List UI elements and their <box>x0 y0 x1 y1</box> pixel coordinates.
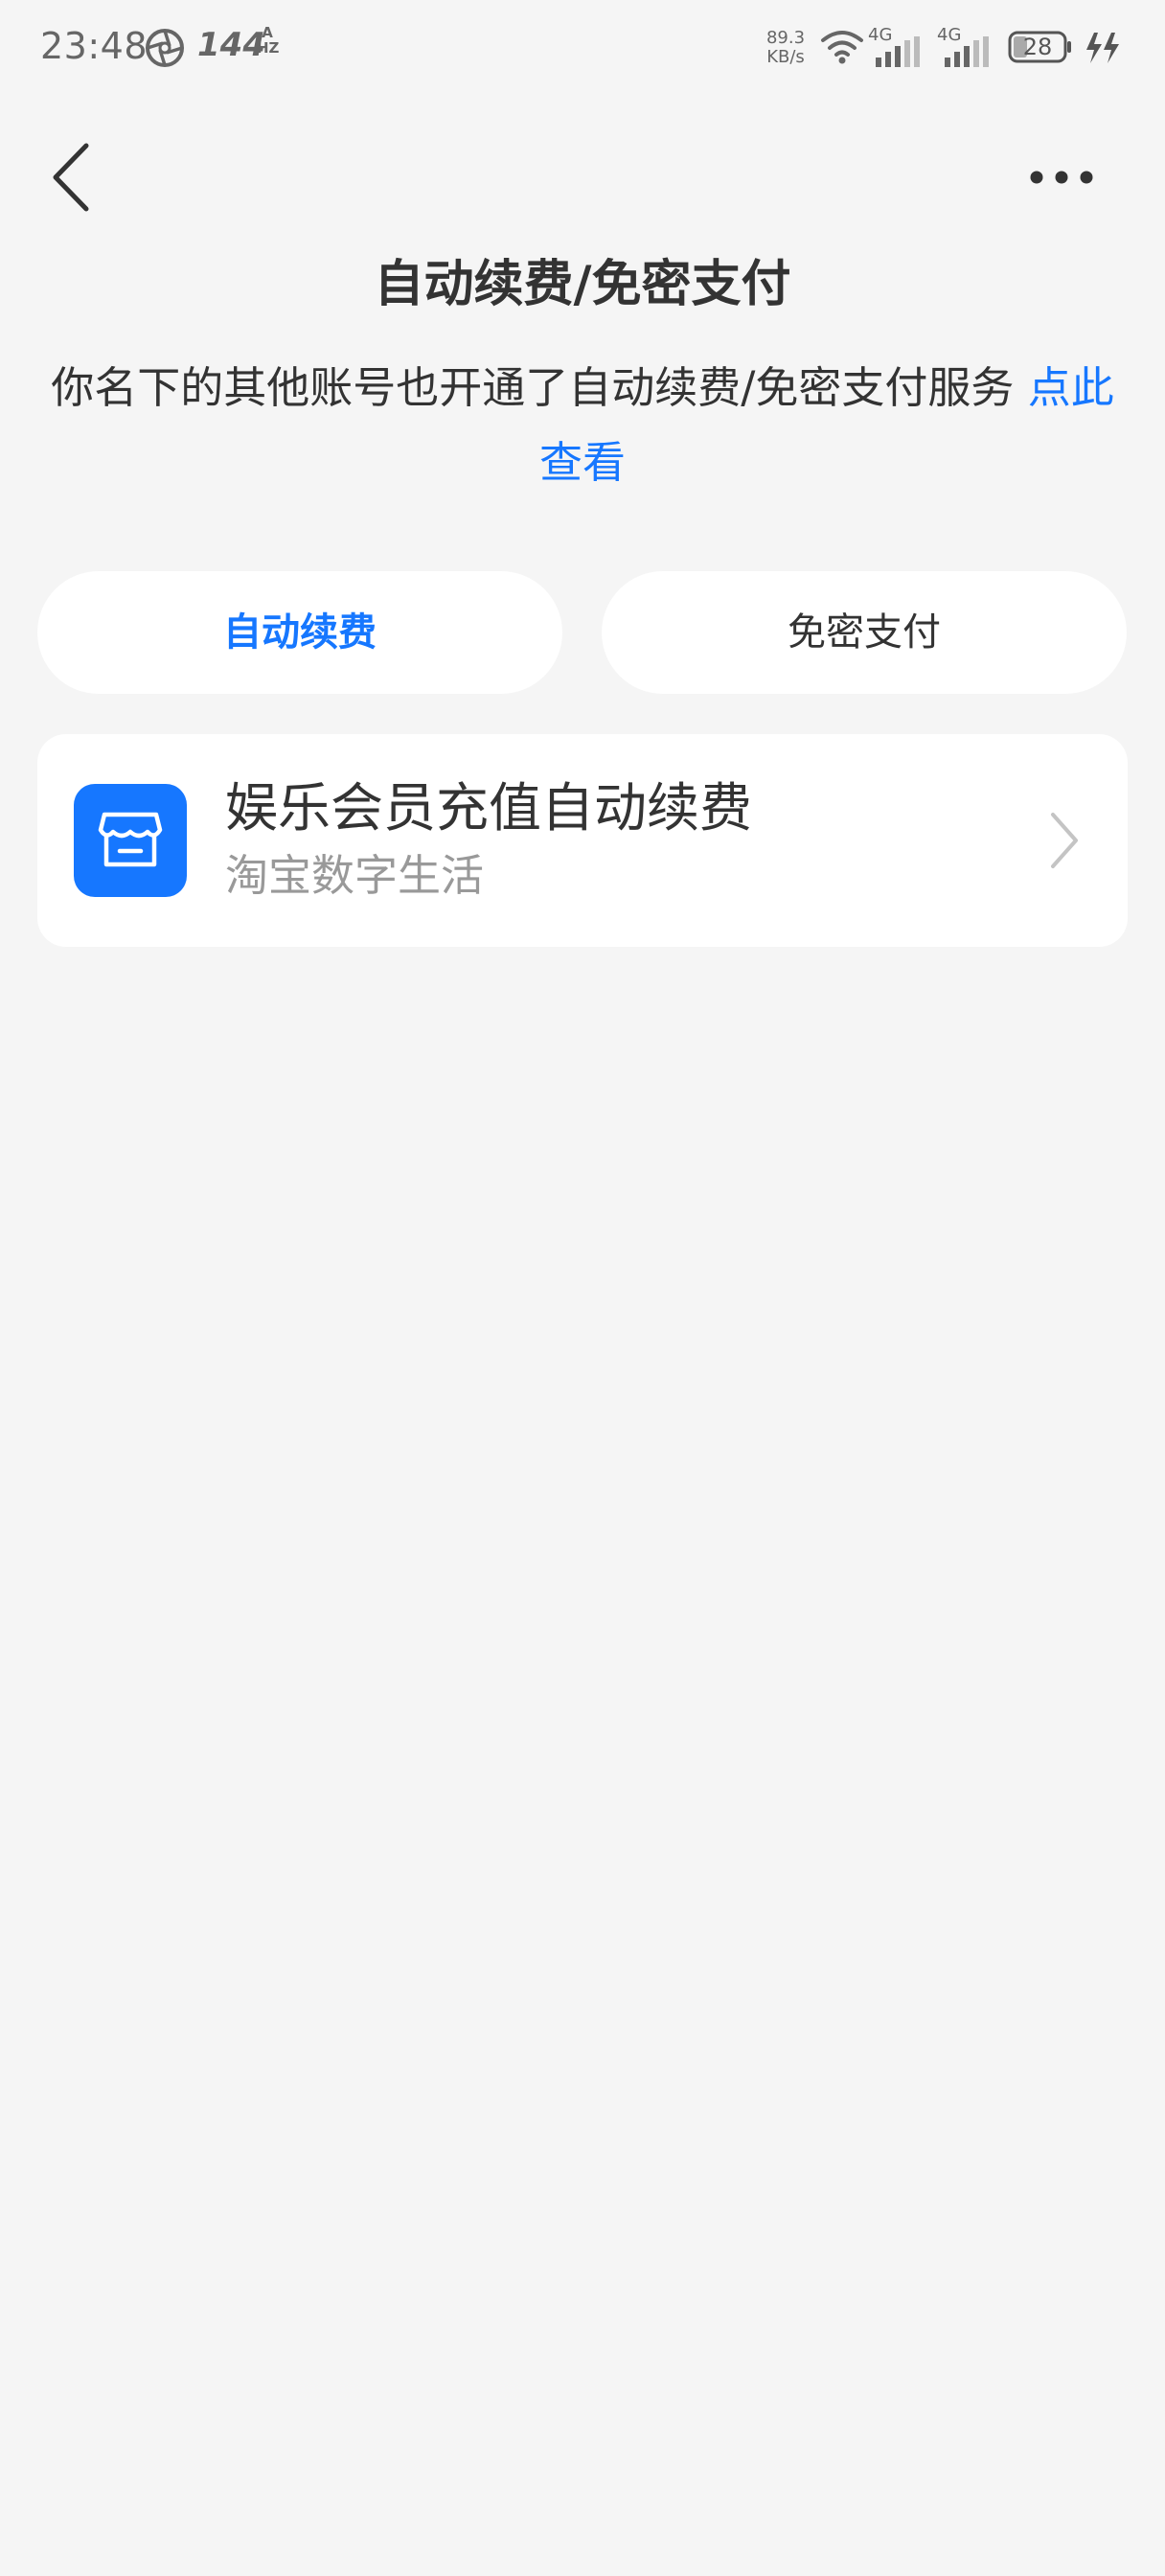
refresh-rate-suffix: A HZ <box>257 25 280 57</box>
tab-password-free-payment[interactable]: 免密支付 <box>602 571 1127 694</box>
service-item[interactable]: 娱乐会员充值自动续费 淘宝数字生活 <box>37 734 1128 947</box>
store-icon <box>74 784 187 897</box>
wifi-icon <box>821 31 863 64</box>
refresh-rate: 144 <box>197 26 265 64</box>
status-bar: 23:48 144 A HZ 89.3 KB/s 4G 4G 28 <box>0 0 1165 96</box>
cellular-signal-2: 4G <box>937 25 991 67</box>
refresh-rate-suffix-bottom: HZ <box>257 39 280 57</box>
page-title: 自动续费/免密支付 <box>374 256 791 313</box>
more-options-button[interactable] <box>1023 153 1100 201</box>
service-merchant: 淘宝数字生活 <box>225 850 485 901</box>
notice-text: 你名下的其他账号也开通了自动续费/免密支付服务 <box>51 362 1028 413</box>
service-title: 娱乐会员充值自动续费 <box>225 777 753 839</box>
chevron-right-icon <box>1051 813 1078 868</box>
status-time: 23:48 <box>40 25 148 67</box>
cellular-signal-1: 4G <box>868 25 922 67</box>
screen: 23:48 144 A HZ 89.3 KB/s 4G 4G 28 自动续费/免… <box>0 0 1165 2576</box>
tab-auto-renewal[interactable]: 自动续费 <box>37 571 562 694</box>
signal-bars-icon <box>945 36 989 67</box>
battery-level: 28 <box>1022 34 1053 60</box>
charging-icon <box>1086 33 1119 63</box>
aperture-icon <box>146 29 184 67</box>
signal-bars-icon <box>876 36 920 67</box>
network-speed-unit: KB/s <box>766 47 805 67</box>
account-notice: 你名下的其他账号也开通了自动续费/免密支付服务 点此查看 <box>36 351 1129 500</box>
back-button[interactable] <box>38 134 105 220</box>
network-speed: 89.3 KB/s <box>759 29 812 67</box>
network-speed-value: 89.3 <box>765 28 806 48</box>
